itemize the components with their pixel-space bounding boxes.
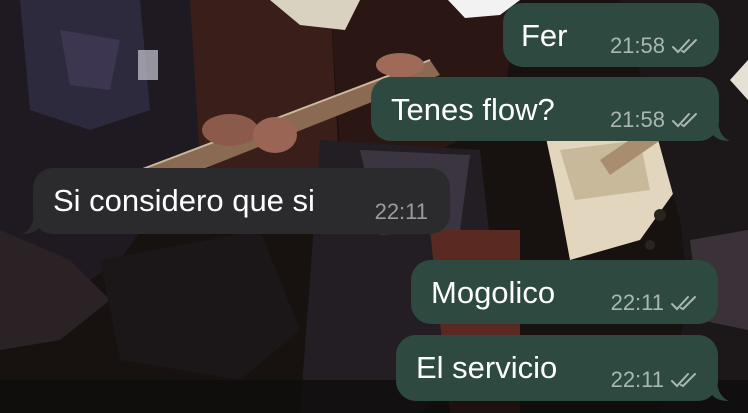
message-text: Si considero que si bbox=[53, 183, 315, 218]
message-meta: 21:58 bbox=[610, 108, 701, 132]
message-text: Mogolico bbox=[431, 275, 556, 310]
message-time: 22:11 bbox=[374, 199, 428, 224]
message-meta: 21:58 bbox=[610, 34, 701, 58]
message-meta: 22:11 bbox=[611, 368, 700, 392]
message-meta: 22:11 bbox=[375, 200, 428, 224]
message-bubble-outgoing[interactable]: Fer 21:58 bbox=[503, 3, 719, 67]
message-text: El servicio bbox=[416, 350, 558, 385]
bubble-tail bbox=[712, 123, 730, 141]
bubble-tail bbox=[22, 216, 40, 234]
message-text: Tenes flow? bbox=[391, 92, 555, 127]
message-bubble-outgoing[interactable]: El servicio 22:11 bbox=[396, 335, 718, 401]
bubble-tail bbox=[711, 383, 729, 401]
double-check-icon bbox=[672, 113, 697, 128]
message-bubble-outgoing[interactable]: Mogolico 22:11 bbox=[411, 260, 718, 324]
double-check-icon bbox=[671, 296, 696, 311]
message-text: Fer bbox=[521, 18, 568, 53]
message-bubble-outgoing[interactable]: Tenes flow? 21:58 bbox=[371, 77, 719, 141]
double-check-icon bbox=[672, 39, 697, 54]
message-time: 21:58 bbox=[609, 107, 665, 132]
message-time: 22:11 bbox=[610, 367, 664, 392]
message-bubble-incoming[interactable]: Si considero que si 22:11 bbox=[33, 168, 450, 234]
message-meta: 22:11 bbox=[611, 291, 700, 315]
message-time: 22:11 bbox=[610, 290, 664, 315]
message-time: 21:58 bbox=[609, 33, 665, 58]
double-check-icon bbox=[671, 373, 696, 388]
